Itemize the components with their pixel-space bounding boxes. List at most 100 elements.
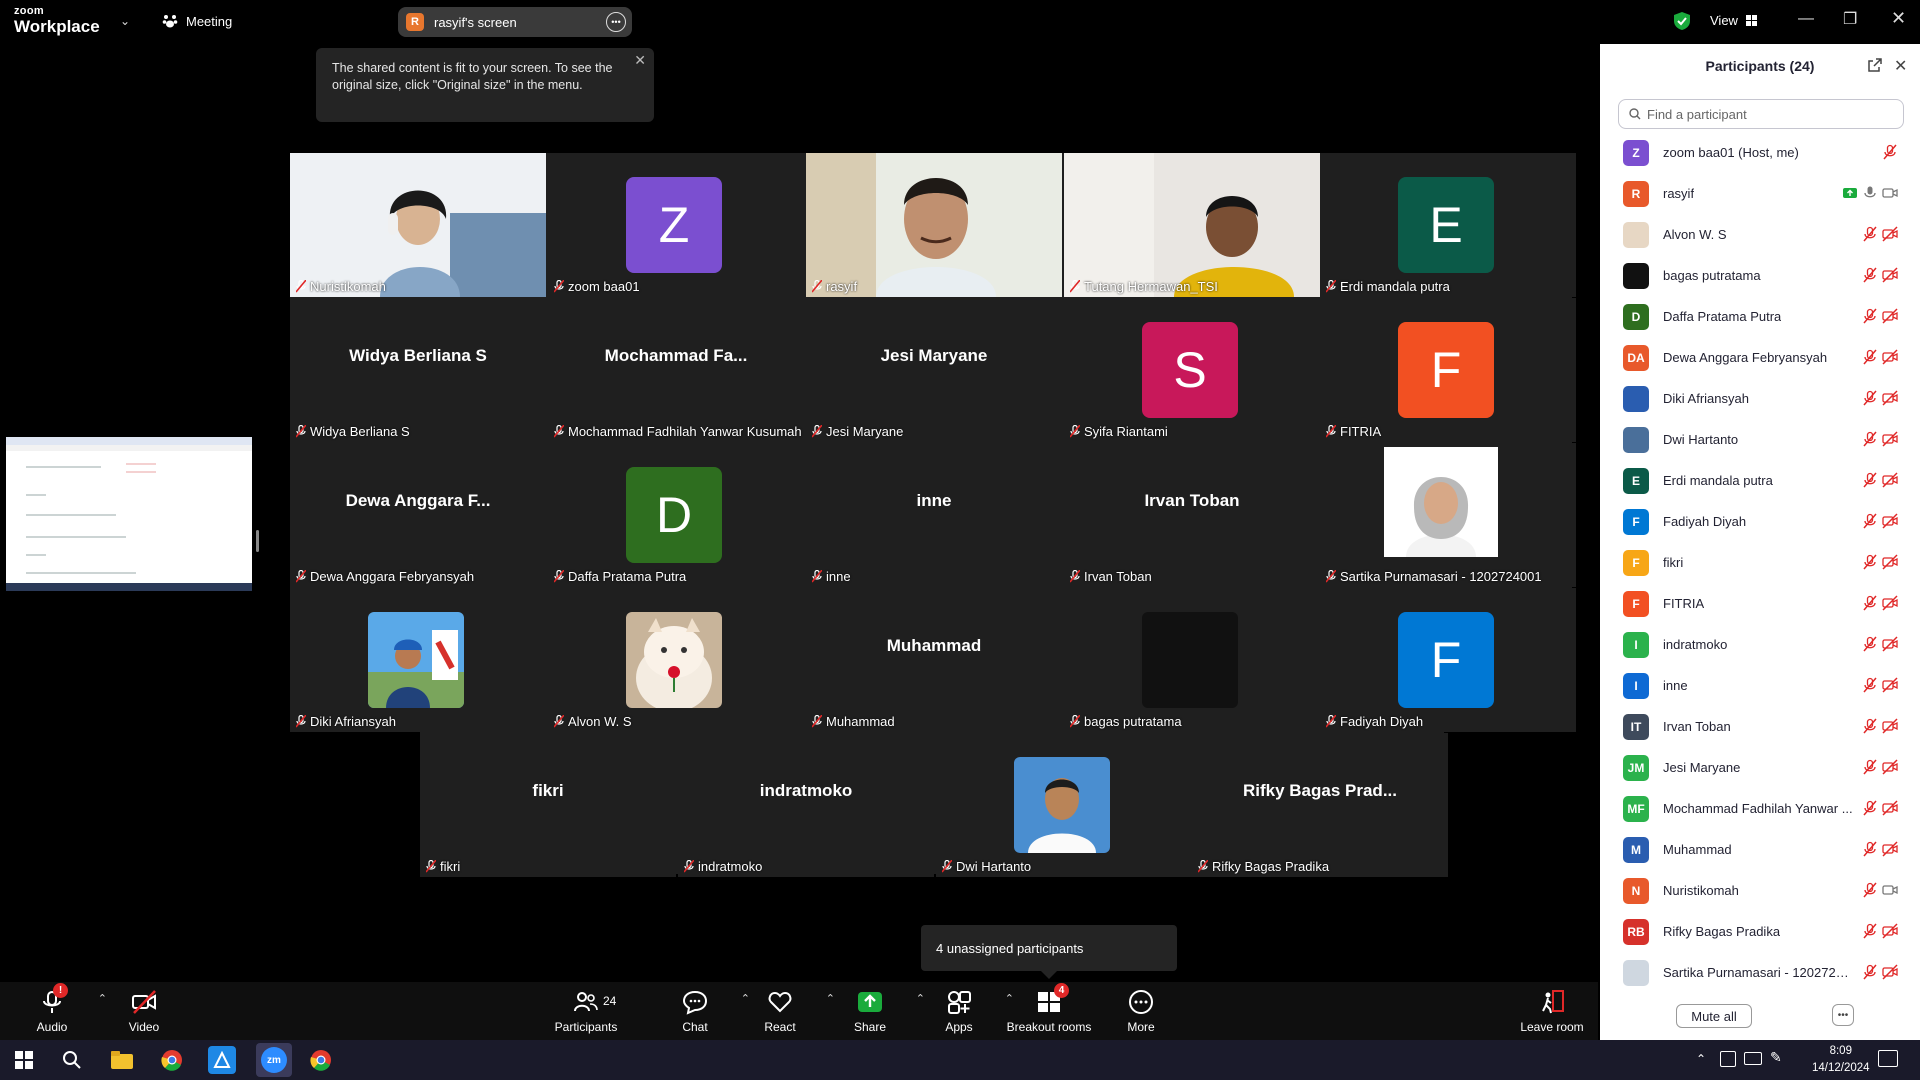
participant-row[interactable]: Diki Afriansyah [1600, 378, 1920, 419]
mic-muted-icon[interactable] [1882, 144, 1898, 160]
mic-muted-icon[interactable] [1862, 841, 1878, 857]
participant-row[interactable]: JM Jesi Maryane [1600, 747, 1920, 788]
react-button[interactable]: React ⌃ [735, 982, 835, 1040]
participant-row[interactable]: Sartika Purnamasari - 1202724... [1600, 952, 1920, 993]
mic-muted-icon[interactable] [1862, 800, 1878, 816]
mic-muted-icon[interactable] [1862, 226, 1878, 242]
participant-tile[interactable]: Diki Afriansyah [290, 588, 546, 732]
participants-button[interactable]: Participants 24 [541, 982, 631, 1040]
notification-icon[interactable] [1878, 1050, 1898, 1067]
participant-tile[interactable]: Dwi Hartanto [936, 733, 1192, 877]
participant-tile[interactable]: Rifky Bagas Prad... Rifky Bagas Pradika [1192, 733, 1448, 877]
restore-icon[interactable]: ❐ [1843, 9, 1857, 29]
camera-off-icon[interactable] [1882, 841, 1898, 857]
share-button[interactable]: Share ⌃ [825, 982, 925, 1040]
shared-screen-thumbnail[interactable] [6, 437, 252, 591]
camera-on-icon[interactable] [1882, 185, 1898, 201]
windows-start-icon[interactable] [10, 1046, 38, 1074]
participant-row[interactable]: Alvon W. S [1600, 214, 1920, 255]
more-button[interactable]: More [1096, 982, 1186, 1040]
participant-row[interactable]: E Erdi mandala putra [1600, 460, 1920, 501]
camera-off-icon[interactable] [1882, 267, 1898, 283]
participant-tile[interactable]: Mochammad Fa... Mochammad Fadhilah Yanwar… [548, 298, 804, 442]
pen-icon[interactable]: ✎ [1770, 1049, 1782, 1066]
camera-off-icon[interactable] [1882, 554, 1898, 570]
participant-tile[interactable]: Muhammad Muhammad [806, 588, 1062, 732]
participant-row[interactable]: Iinne [1600, 665, 1920, 706]
mic-muted-icon[interactable] [1862, 513, 1878, 529]
chrome-profile-icon[interactable] [307, 1046, 335, 1074]
participant-row[interactable]: N Nuristikomah [1600, 870, 1920, 911]
participant-row[interactable]: bagas putratama [1600, 255, 1920, 296]
participant-tile[interactable]: Irvan Toban Irvan Toban [1064, 443, 1320, 587]
participant-tile[interactable]: rasyif [806, 153, 1062, 297]
mic-muted-icon[interactable] [1862, 554, 1878, 570]
participant-tile[interactable]: Jesi Maryane Jesi Maryane [806, 298, 1062, 442]
mic-muted-icon[interactable] [1862, 718, 1878, 734]
mic-muted-icon[interactable] [1862, 390, 1878, 406]
chrome-icon[interactable] [158, 1046, 186, 1074]
camera-off-icon[interactable] [1882, 718, 1898, 734]
audio-button[interactable]: ! Audio ⌃ [7, 982, 107, 1040]
participant-tile[interactable]: fikri fikri [420, 733, 676, 877]
participant-tile[interactable]: Nuristikomah [290, 153, 546, 297]
camera-off-icon[interactable] [1882, 595, 1898, 611]
mic-muted-icon[interactable] [1862, 472, 1878, 488]
tray-app-icon[interactable] [1720, 1051, 1736, 1067]
participant-row[interactable]: MF Mochammad Fadhilah Yanwar ... [1600, 788, 1920, 829]
security-shield-icon[interactable] [1673, 11, 1691, 31]
mic-muted-icon[interactable] [1862, 349, 1878, 365]
mic-muted-icon[interactable] [1862, 431, 1878, 447]
mic-muted-icon[interactable] [1862, 636, 1878, 652]
mic-muted-icon[interactable] [1862, 308, 1878, 324]
participant-row[interactable]: M Muhammad [1600, 829, 1920, 870]
minimize-icon[interactable]: — [1798, 10, 1814, 28]
participant-row[interactable]: F Fadiyah Diyah [1600, 501, 1920, 542]
search-taskbar-icon[interactable] [58, 1046, 86, 1074]
participant-tile[interactable]: S Syifa Riantami [1064, 298, 1320, 442]
breakout-rooms-button[interactable]: 4 Breakout rooms [1004, 982, 1094, 1040]
participant-tile[interactable]: Widya Berliana S Widya Berliana S [290, 298, 546, 442]
more-options-icon[interactable]: ••• [606, 12, 626, 32]
tray-chevron-icon[interactable]: ⌃ [1696, 1052, 1706, 1066]
participant-row[interactable]: Ffikri [1600, 542, 1920, 583]
participant-tile[interactable]: Dewa Anggara F... Dewa Anggara Febryansya… [290, 443, 546, 587]
camera-off-icon[interactable] [1882, 349, 1898, 365]
shared-screen-tab[interactable]: R rasyif's screen ••• [398, 7, 632, 37]
participant-tile[interactable]: Zzoom baa01 [548, 153, 804, 297]
participant-row[interactable]: Rrasyif [1600, 173, 1920, 214]
camera-off-icon[interactable] [1882, 390, 1898, 406]
camera-off-icon[interactable] [1882, 226, 1898, 242]
mic-muted-icon[interactable] [1862, 267, 1878, 283]
apps-button[interactable]: Apps ⌃ [914, 982, 1014, 1040]
camera-off-icon[interactable] [1882, 431, 1898, 447]
azure-data-studio-icon[interactable] [208, 1046, 236, 1074]
participant-row[interactable]: Iindratmoko [1600, 624, 1920, 665]
camera-off-icon[interactable] [1882, 964, 1898, 980]
camera-off-icon[interactable] [1882, 923, 1898, 939]
participant-row[interactable]: D Daffa Pratama Putra [1600, 296, 1920, 337]
participant-tile[interactable]: Tutang Hermawan_TSI [1064, 153, 1320, 297]
camera-off-icon[interactable] [1882, 800, 1898, 816]
zoom-taskbar-icon[interactable]: zm [256, 1043, 292, 1077]
mic-muted-icon[interactable] [1862, 595, 1878, 611]
participant-search-input[interactable]: Find a participant [1618, 99, 1904, 129]
participant-row[interactable]: Dwi Hartanto [1600, 419, 1920, 460]
participant-row[interactable]: Zzoom baa01 (Host, me) [1600, 132, 1920, 173]
network-icon[interactable] [1744, 1052, 1762, 1065]
leave-room-button[interactable]: Leave room [1507, 982, 1597, 1040]
chat-button[interactable]: Chat ⌃ [650, 982, 750, 1040]
mute-all-button[interactable]: Mute all [1676, 1004, 1752, 1028]
close-window-icon[interactable]: ✕ [1891, 8, 1906, 29]
participant-row[interactable]: IT Irvan Toban [1600, 706, 1920, 747]
popout-icon[interactable] [1868, 58, 1882, 72]
camera-off-icon[interactable] [1882, 308, 1898, 324]
participant-tile[interactable]: F FITRIA [1320, 298, 1576, 442]
chevron-down-icon[interactable]: ⌄ [120, 14, 130, 28]
participant-row[interactable]: F FITRIA [1600, 583, 1920, 624]
camera-off-icon[interactable] [1882, 677, 1898, 693]
participant-tile[interactable]: F Fadiyah Diyah [1320, 588, 1576, 732]
panel-more-button[interactable]: ••• [1832, 1004, 1854, 1026]
camera-off-icon[interactable] [1882, 472, 1898, 488]
mic-muted-icon[interactable] [1862, 759, 1878, 775]
